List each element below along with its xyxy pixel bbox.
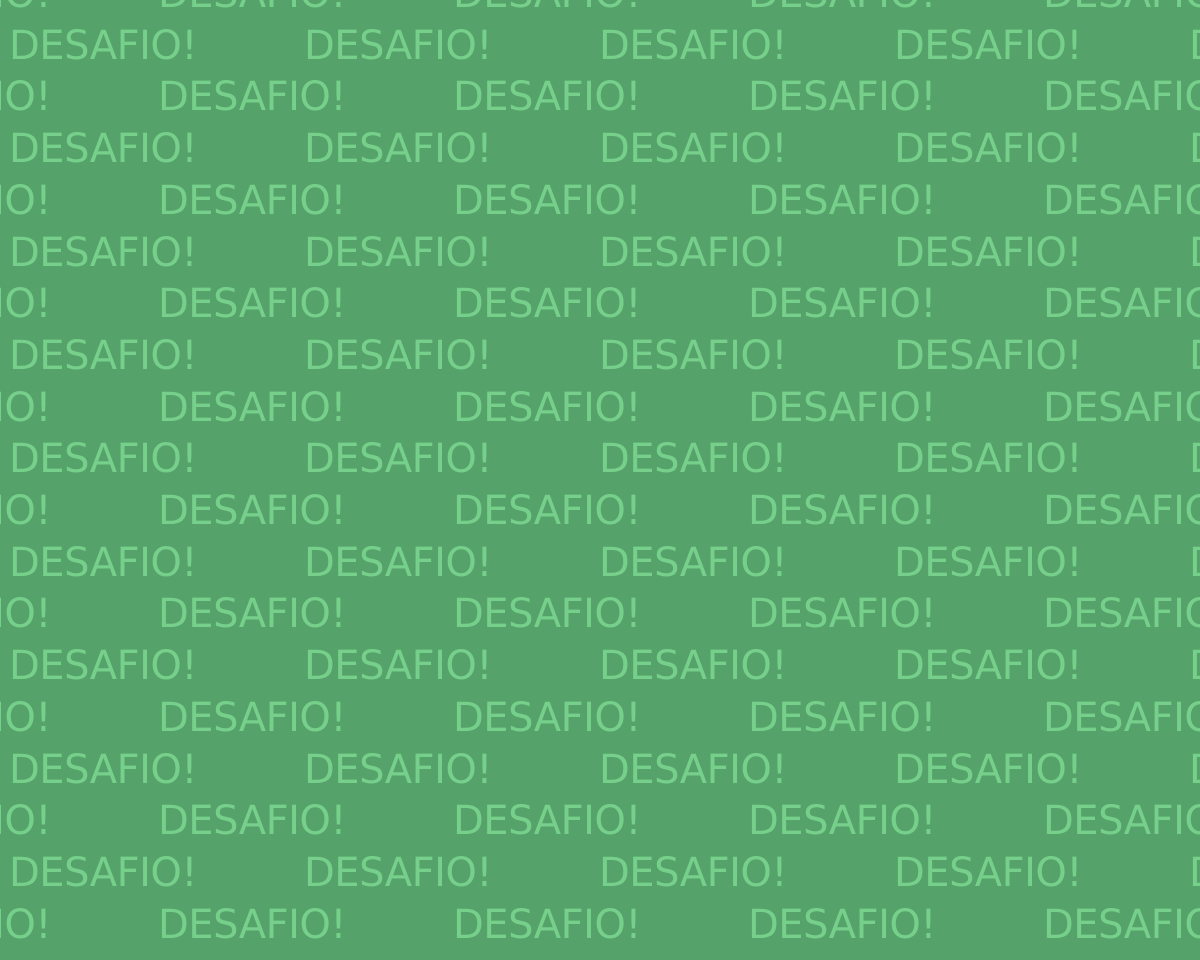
pattern-word: DESAFIO! [9, 747, 197, 793]
pattern-word: DESAFIO! [599, 126, 787, 172]
pattern-word: DESAFIO! [1189, 744, 1200, 796]
pattern-word: DESAFIO! [599, 230, 787, 276]
pattern-word: DESAFIO! [9, 333, 197, 379]
pattern-word: DESAFIO! [748, 385, 936, 431]
pattern-word: DESAFIO! [158, 798, 346, 844]
pattern-word: DESAFIO! [0, 178, 51, 224]
pattern-word: DESAFIO! [894, 333, 1082, 379]
pattern-word: DESAFIO! [158, 591, 346, 637]
pattern-word: DESAFIO! [1043, 0, 1200, 20]
pattern-word: DESAFIO! [1189, 330, 1200, 382]
pattern-word: DESAFIO! [453, 0, 641, 20]
pattern-word: DESAFIO! [748, 0, 936, 20]
pattern-word: DESAFIO! [0, 902, 51, 948]
pattern-word: DESAFIO! [599, 436, 787, 482]
pattern-word: DESAFIO! [0, 0, 51, 20]
pattern-word: DESAFIO! [599, 540, 787, 586]
pattern-word: DESAFIO! [9, 230, 197, 276]
pattern-word: DESAFIO! [0, 798, 51, 844]
pattern-word: DESAFIO! [158, 178, 346, 224]
pattern-word: DESAFIO! [599, 23, 787, 69]
pattern-word: DESAFIO! [748, 902, 936, 948]
desafio-wallpaper: DESAFIO! DESAFIO! DESAFIO! DESAFIO! DESAFIO!… [0, 0, 1200, 960]
pattern-word: DESAFIO! [748, 798, 936, 844]
pattern-word: DESAFIO! [453, 591, 641, 637]
pattern-word: DESAFIO! [894, 23, 1082, 69]
pattern-word: DESAFIO! [1043, 488, 1200, 534]
pattern-word: DESAFIO! [158, 902, 346, 948]
pattern-word: DESAFIO! [1043, 902, 1200, 948]
pattern-word: DESAFIO! [1043, 385, 1200, 431]
pattern-word: DESAFIO! [748, 178, 936, 224]
pattern-word: DESAFIO! [304, 126, 492, 172]
pattern-word: DESAFIO! [9, 126, 197, 172]
pattern-word: DESAFIO! [9, 436, 197, 482]
pattern-word: DESAFIO! [0, 281, 51, 327]
pattern-word: DESAFIO! [453, 178, 641, 224]
pattern-word: DESAFIO! [453, 798, 641, 844]
pattern-word: DESAFIO! [0, 385, 51, 431]
pattern-word: DESAFIO! [158, 488, 346, 534]
pattern-word: DESAFIO! [0, 695, 51, 741]
pattern-word: DESAFIO! [1189, 433, 1200, 485]
pattern-word: DESAFIO! [158, 695, 346, 741]
pattern-word: DESAFIO! [1043, 591, 1200, 637]
pattern-word: DESAFIO! [748, 74, 936, 120]
pattern-word: DESAFIO! [1043, 281, 1200, 327]
pattern-word: DESAFIO! [158, 281, 346, 327]
pattern-word: DESAFIO! [599, 643, 787, 689]
pattern-word: DESAFIO! [453, 74, 641, 120]
pattern-word: DESAFIO! [304, 643, 492, 689]
pattern-word: DESAFIO! [304, 540, 492, 586]
pattern-word: DESAFIO! [453, 902, 641, 948]
pattern-word: DESAFIO! [304, 436, 492, 482]
pattern-word: DESAFIO! [0, 488, 51, 534]
pattern-word: DESAFIO! [9, 850, 197, 896]
pattern-word: DESAFIO! [894, 747, 1082, 793]
pattern-word: DESAFIO! [748, 591, 936, 637]
pattern-word: DESAFIO! [453, 695, 641, 741]
pattern-word: DESAFIO! [1189, 640, 1200, 692]
pattern-word: DESAFIO! [9, 643, 197, 689]
pattern-word: DESAFIO! [1043, 798, 1200, 844]
pattern-word: DESAFIO! [453, 488, 641, 534]
pattern-word: DESAFIO! [1189, 847, 1200, 899]
pattern-word: DESAFIO! [894, 850, 1082, 896]
pattern-word: DESAFIO! [158, 385, 346, 431]
pattern-word: DESAFIO! [1043, 74, 1200, 120]
pattern-word: DESAFIO! [158, 74, 346, 120]
pattern-word: DESAFIO! [1043, 178, 1200, 224]
pattern-word: DESAFIO! [599, 747, 787, 793]
pattern-word: DESAFIO! [453, 281, 641, 327]
pattern-word: DESAFIO! [0, 591, 51, 637]
pattern-word: DESAFIO! [894, 643, 1082, 689]
pattern-word: DESAFIO! [1189, 227, 1200, 279]
pattern-word: DESAFIO! [894, 540, 1082, 586]
pattern-word: DESAFIO! [304, 23, 492, 69]
pattern-word: DESAFIO! [304, 333, 492, 379]
pattern-word: DESAFIO! [748, 281, 936, 327]
pattern-word: DESAFIO! [9, 23, 197, 69]
pattern-word: DESAFIO! [304, 747, 492, 793]
pattern-word: DESAFIO! [894, 126, 1082, 172]
pattern-word: DESAFIO! [1043, 695, 1200, 741]
pattern-word: DESAFIO! [748, 695, 936, 741]
pattern-word: DESAFIO! [599, 850, 787, 896]
pattern-word: DESAFIO! [0, 74, 51, 120]
pattern-word: DESAFIO! [304, 850, 492, 896]
pattern-word: DESAFIO! [1189, 20, 1200, 72]
pattern-word: DESAFIO! [304, 230, 492, 276]
pattern-word: DESAFIO! [894, 230, 1082, 276]
pattern-word: DESAFIO! [158, 0, 346, 20]
pattern-word: DESAFIO! [453, 385, 641, 431]
pattern-word: DESAFIO! [748, 488, 936, 534]
pattern-word: DESAFIO! [894, 436, 1082, 482]
pattern-word: DESAFIO! [1189, 537, 1200, 589]
pattern-word: DESAFIO! [9, 540, 197, 586]
pattern-word: DESAFIO! [1189, 123, 1200, 175]
pattern-word: DESAFIO! [599, 333, 787, 379]
